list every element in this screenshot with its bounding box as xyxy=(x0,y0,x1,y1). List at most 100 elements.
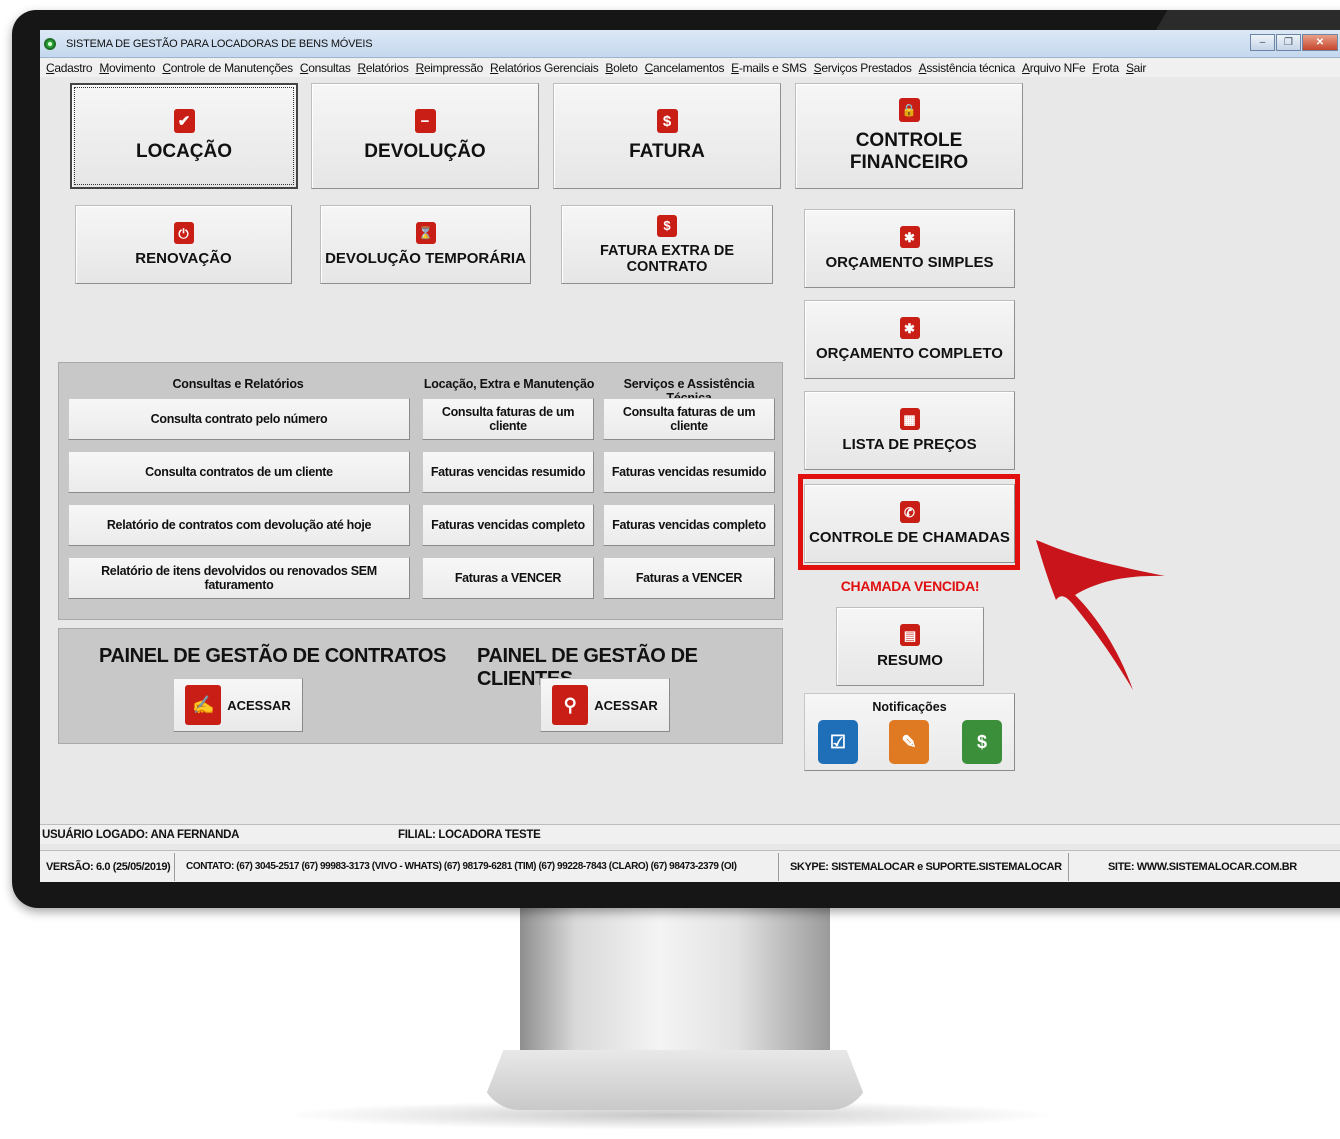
highlight-frame xyxy=(798,474,1020,570)
locacao-faturas-vencidas-resumido-button[interactable]: Faturas vencidas resumido xyxy=(422,451,594,493)
controle-financeiro-label: CONTROLE FINANCEIRO xyxy=(849,130,969,173)
notifications-box: Notificações ☑ ✎ $ xyxy=(804,693,1015,771)
menu-item-servicos-prestados[interactable]: Serviços Prestados xyxy=(814,61,918,75)
lista-precos-button[interactable]: ▦ LISTA DE PREÇOS xyxy=(804,391,1015,470)
dollar-icon: $ xyxy=(656,109,678,133)
hourglass-icon: ⌛ xyxy=(415,222,436,244)
minimize-button[interactable]: – xyxy=(1250,34,1275,51)
renovacao-label: RENOVAÇÃO xyxy=(135,250,232,267)
invoice-icon[interactable]: $ xyxy=(962,720,1002,764)
gear-icon: ✱ xyxy=(899,317,920,339)
notifications-title: Notificações xyxy=(872,700,947,714)
header-locacao-extra: Locação, Extra e Manutenção xyxy=(423,377,595,391)
acessar-contratos-button[interactable]: ✍ ACESSAR xyxy=(173,678,303,732)
menu-item-movimento[interactable]: Movimento xyxy=(99,61,161,75)
header-consultas-relatorios: Consultas e Relatórios xyxy=(172,377,304,391)
menu-bar: Cadastro Movimento Controle de Manutençõ… xyxy=(40,58,1340,77)
management-panel: PAINEL DE GESTÃO DE CONTRATOS PAINEL DE … xyxy=(58,628,783,744)
lista-precos-label: LISTA DE PREÇOS xyxy=(842,436,977,453)
servicos-faturas-vencer-button[interactable]: Faturas a VENCER xyxy=(603,557,775,599)
gear-icon: ✱ xyxy=(899,226,920,248)
locacao-label: LOCAÇÃO xyxy=(135,141,233,162)
checkbox-icon: ✔ xyxy=(173,109,195,133)
menu-item-relatorios-gerenciais[interactable]: Relatórios Gerenciais xyxy=(490,61,604,75)
locacao-faturas-vencer-button[interactable]: Faturas a VENCER xyxy=(422,557,594,599)
site-info: SITE: WWW.SISTEMALOCAR.COM.BR xyxy=(1108,860,1297,873)
monitor-base xyxy=(480,1050,870,1110)
clients-search-icon: ⚲ xyxy=(552,685,589,725)
acessar-contratos-label: ACESSAR xyxy=(227,697,291,713)
menu-item-consultas[interactable]: Consultas xyxy=(300,61,357,75)
menu-item-cancelamentos[interactable]: Cancelamentos xyxy=(645,61,731,75)
locacao-button[interactable]: ✔ LOCAÇÃO xyxy=(70,83,298,189)
status-bar-top: USUÁRIO LOGADO: ANA FERNANDA FILIAL: LOC… xyxy=(40,824,1340,844)
fatura-button[interactable]: $ FATURA xyxy=(553,83,781,189)
menu-item-emails-sms[interactable]: E-mails e SMS xyxy=(731,61,812,75)
controle-financeiro-button[interactable]: 🔒 CONTROLE FINANCEIRO xyxy=(795,83,1023,189)
locacao-consulta-faturas-button[interactable]: Consulta faturas de um cliente xyxy=(422,398,594,440)
title-bar: SISTEMA DE GESTÃO PARA LOCADORAS DE BENS… xyxy=(40,30,1340,58)
lock-icon: 🔒 xyxy=(898,98,920,122)
version-info: VERSÃO: 6.0 (25/05/2019) xyxy=(46,860,171,873)
servicos-faturas-vencidas-completo-button[interactable]: Faturas vencidas completo xyxy=(603,504,775,546)
status-divider xyxy=(1068,853,1069,881)
close-button[interactable]: ✕ xyxy=(1302,34,1338,51)
status-divider xyxy=(778,853,779,881)
relatorio-itens-sem-faturamento-button[interactable]: Relatório de itens devolvidos ou renovad… xyxy=(68,557,410,599)
servicos-faturas-vencidas-resumido-button[interactable]: Faturas vencidas resumido xyxy=(603,451,775,493)
relatorio-contratos-devolucao-button[interactable]: Relatório de contratos com devolução até… xyxy=(68,504,410,546)
app-logo-icon xyxy=(44,38,56,50)
document-icon: ▤ xyxy=(900,624,920,646)
fatura-extra-label: FATURA EXTRA DE CONTRATO xyxy=(600,242,734,275)
app-window: SISTEMA DE GESTÃO PARA LOCADORAS DE BENS… xyxy=(40,30,1340,882)
devolucao-temporaria-label: DEVOLUÇÃO TEMPORÁRIA xyxy=(325,250,526,267)
renovacao-button[interactable]: ⏻ RENOVAÇÃO xyxy=(75,205,292,284)
calculator-icon: ▦ xyxy=(899,408,920,430)
acessar-clientes-label: ACESSAR xyxy=(594,697,658,713)
status-bar-bottom: VERSÃO: 6.0 (25/05/2019) CONTATO: (67) 3… xyxy=(40,850,1340,882)
monitor-stand xyxy=(520,895,830,1065)
orcamento-completo-button[interactable]: ✱ ORÇAMENTO COMPLETO xyxy=(804,300,1015,379)
status-divider xyxy=(174,853,175,881)
logged-user: USUÁRIO LOGADO: ANA FERNANDA xyxy=(42,828,240,841)
fatura-extra-button[interactable]: $ FATURA EXTRA DE CONTRATO xyxy=(561,205,773,284)
fatura-label: FATURA xyxy=(629,141,705,162)
checklist-icon[interactable]: ☑ xyxy=(818,720,858,764)
menu-item-assistencia-tecnica[interactable]: Assistência técnica xyxy=(919,61,1021,75)
menu-item-frota[interactable]: Frota xyxy=(1092,61,1125,75)
chamada-vencida-alert: CHAMADA VENCIDA! xyxy=(840,578,980,594)
minus-icon: − xyxy=(414,109,436,133)
consulta-contratos-cliente-button[interactable]: Consulta contratos de um cliente xyxy=(68,451,410,493)
branch-name: FILIAL: LOCADORA TESTE xyxy=(398,828,541,841)
menu-item-sair[interactable]: Sair xyxy=(1126,61,1152,75)
orcamento-completo-label: ORÇAMENTO COMPLETO xyxy=(816,345,1003,362)
contact-info: CONTATO: (67) 3045-2517 (67) 99983-3173 … xyxy=(186,861,737,872)
menu-item-boleto[interactable]: Boleto xyxy=(605,61,643,75)
devolucao-label: DEVOLUÇÃO xyxy=(364,141,486,162)
reports-panel: Consultas e Relatórios Locação, Extra e … xyxy=(58,362,783,620)
resumo-button[interactable]: ▤ RESUMO xyxy=(836,607,984,686)
acessar-clientes-button[interactable]: ⚲ ACESSAR xyxy=(540,678,670,732)
menu-item-arquivo-nfe[interactable]: Arquivo NFe xyxy=(1022,61,1091,75)
devolucao-temporaria-button[interactable]: ⌛ DEVOLUÇÃO TEMPORÁRIA xyxy=(320,205,531,284)
devolucao-button[interactable]: − DEVOLUÇÃO xyxy=(311,83,539,189)
locacao-faturas-vencidas-completo-button[interactable]: Faturas vencidas completo xyxy=(422,504,594,546)
edit-document-icon[interactable]: ✎ xyxy=(889,720,929,764)
menu-item-cadastro[interactable]: Cadastro xyxy=(46,61,98,75)
consulta-contrato-numero-button[interactable]: Consulta contrato pelo número xyxy=(68,398,410,440)
restore-button[interactable]: ❐ xyxy=(1276,34,1301,51)
window-title: SISTEMA DE GESTÃO PARA LOCADORAS DE BENS… xyxy=(66,38,373,50)
menu-item-relatorios[interactable]: Relatórios xyxy=(358,61,415,75)
orcamento-simples-button[interactable]: ✱ ORÇAMENTO SIMPLES xyxy=(804,209,1015,288)
servicos-consulta-faturas-button[interactable]: Consulta faturas de um cliente xyxy=(603,398,775,440)
contract-icon: ✍ xyxy=(185,685,222,725)
resumo-label: RESUMO xyxy=(877,652,943,669)
skype-info: SKYPE: SISTEMALOCAR e SUPORTE.SISTEMALOC… xyxy=(790,860,1062,873)
annotation-arrow xyxy=(1036,540,1165,690)
painel-contratos-title: PAINEL DE GESTÃO DE CONTRATOS xyxy=(99,645,446,667)
menu-item-controle-manutencoes[interactable]: Controle de Manutenções xyxy=(162,61,299,75)
orcamento-simples-label: ORÇAMENTO SIMPLES xyxy=(825,254,994,271)
menu-item-reimpressao[interactable]: Reimpressão xyxy=(416,61,489,75)
power-icon: ⏻ xyxy=(173,222,194,244)
window-controls: – ❐ ✕ xyxy=(1250,34,1338,51)
